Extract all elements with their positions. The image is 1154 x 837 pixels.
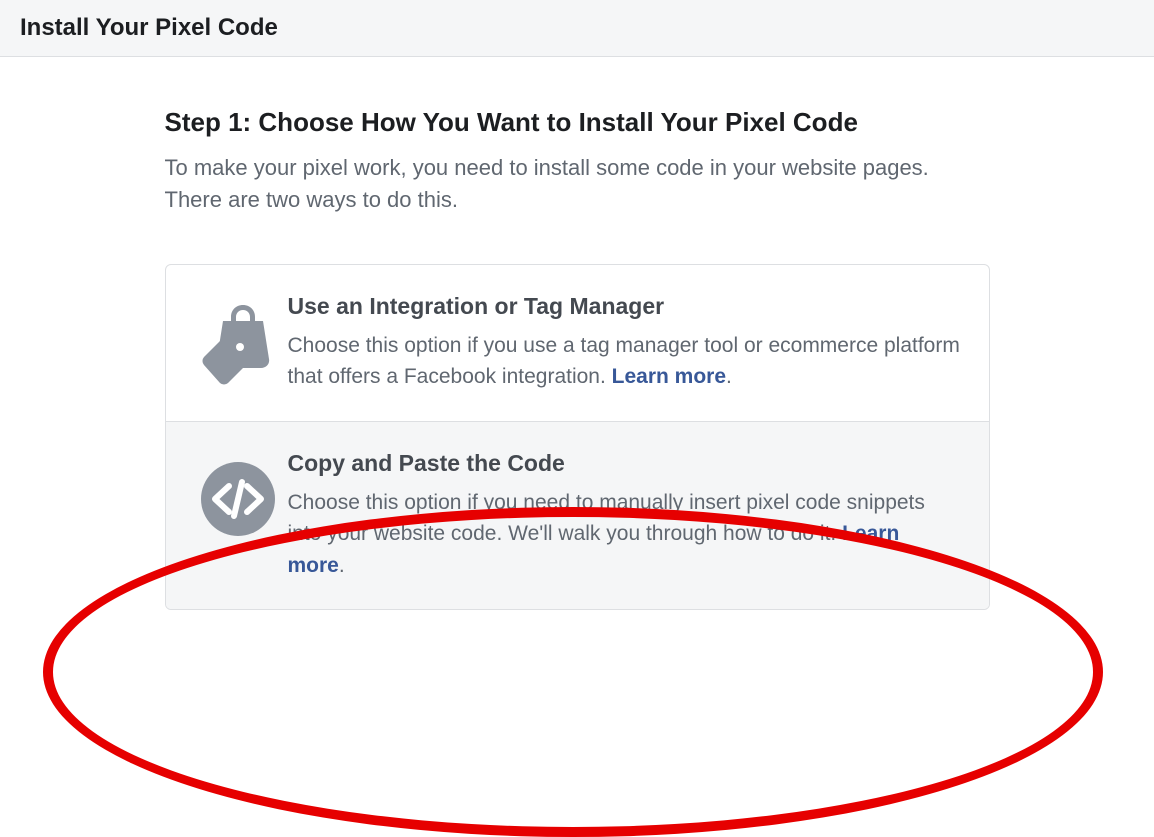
option-title: Copy and Paste the Code bbox=[288, 450, 961, 477]
period: . bbox=[339, 554, 345, 577]
period: . bbox=[726, 365, 732, 388]
option-desc-text: Choose this option if you need to manual… bbox=[288, 491, 925, 546]
content: Step 1: Choose How You Want to Install Y… bbox=[165, 57, 990, 650]
learn-more-link[interactable]: Learn more bbox=[612, 365, 726, 388]
option-body: Copy and Paste the Code Choose this opti… bbox=[288, 450, 961, 582]
option-title: Use an Integration or Tag Manager bbox=[288, 293, 961, 320]
page-title: Install Your Pixel Code bbox=[20, 14, 1134, 42]
option-desc: Choose this option if you need to manual… bbox=[288, 487, 961, 582]
code-icon bbox=[188, 450, 288, 582]
option-copy-paste-code[interactable]: Copy and Paste the Code Choose this opti… bbox=[166, 421, 989, 610]
option-integration-tag-manager[interactable]: Use an Integration or Tag Manager Choose… bbox=[166, 265, 989, 421]
options-list: Use an Integration or Tag Manager Choose… bbox=[165, 264, 990, 611]
step-subtext: To make your pixel work, you need to ins… bbox=[165, 152, 990, 216]
header-bar: Install Your Pixel Code bbox=[0, 0, 1154, 57]
step-heading: Step 1: Choose How You Want to Install Y… bbox=[165, 107, 990, 138]
option-desc: Choose this option if you use a tag mana… bbox=[288, 330, 961, 393]
option-body: Use an Integration or Tag Manager Choose… bbox=[288, 293, 961, 393]
shopping-tag-icon bbox=[188, 293, 288, 393]
